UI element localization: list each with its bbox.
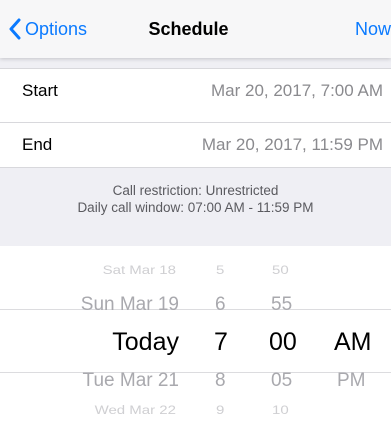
picker-minute-option[interactable]: 05	[271, 370, 292, 392]
daily-call-window-text: Daily call window: 07:00 AM - 11:59 PM	[77, 200, 314, 215]
call-info-panel: Call restriction: Unrestricted Daily cal…	[0, 168, 391, 246]
back-button[interactable]: Options	[8, 16, 87, 42]
navigation-bar: Options Schedule Now	[0, 0, 391, 58]
picker-ampm-option[interactable]: PM	[337, 370, 366, 392]
picker-minute-option[interactable]: 50	[272, 264, 289, 278]
picker-minute-option[interactable]: 55	[271, 294, 292, 316]
picker-day-option[interactable]: Tue Mar 21	[83, 370, 179, 392]
picker-selection-top-line	[0, 309, 391, 310]
picker-day-option[interactable]: Wed Mar 22	[95, 404, 176, 418]
picker-hour-option-selected[interactable]: 7	[214, 328, 228, 357]
picker-minute-option[interactable]: 10	[272, 404, 289, 418]
picker-hour-option[interactable]: 9	[216, 404, 224, 418]
end-row[interactable]: End Mar 20, 2017, 11:59 PM	[0, 122, 391, 168]
picker-day-option[interactable]: Sun Mar 19	[81, 294, 179, 316]
section-gap	[0, 58, 391, 68]
end-value: Mar 20, 2017, 11:59 PM	[201, 135, 383, 154]
picker-day-option-selected[interactable]: Today	[112, 328, 179, 357]
picker-ampm-option-selected[interactable]: AM	[334, 328, 372, 357]
picker-hour-option[interactable]: 5	[216, 264, 224, 278]
start-row[interactable]: Start Mar 20, 2017, 7:00 AM	[0, 68, 391, 113]
back-button-label: Options	[25, 18, 88, 39]
picker-day-option[interactable]: Sat Mar 18	[103, 264, 176, 278]
now-button[interactable]: Now	[355, 19, 391, 40]
start-value: Mar 20, 2017, 7:00 AM	[211, 81, 383, 100]
call-restriction-text: Call restriction: Unrestricted	[112, 183, 279, 198]
start-label: Start	[22, 81, 58, 100]
picker-hour-option[interactable]: 8	[215, 370, 226, 392]
picker-hour-option[interactable]: 6	[215, 294, 226, 316]
picker-selection-bottom-line	[0, 372, 391, 373]
picker-minute-option-selected[interactable]: 00	[269, 328, 297, 357]
end-label: End	[22, 135, 53, 154]
date-time-picker[interactable]: Sat Mar 18 Sun Mar 19 Today Tue Mar 21 W…	[0, 246, 391, 439]
chevron-left-icon	[9, 18, 21, 40]
